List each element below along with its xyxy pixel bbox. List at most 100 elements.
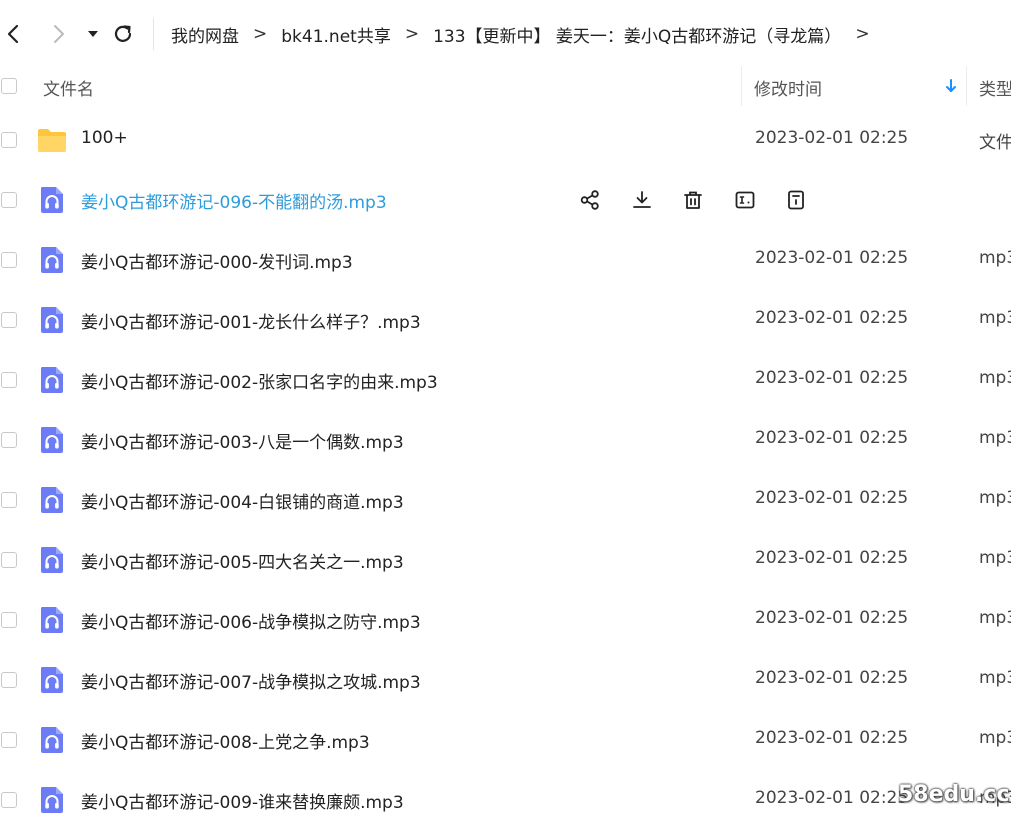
file-row[interactable]: 姜小Q古都环游记-009-谁来替换廉颇.mp3 2023-02-01 02:25 m…	[0, 770, 1011, 830]
sort-button[interactable]	[945, 78, 957, 98]
file-type: mp3	[979, 248, 1011, 268]
column-header-name[interactable]: 文件名	[43, 75, 94, 100]
breadcrumb-separator: >	[404, 24, 420, 44]
file-type: mp3	[979, 308, 1011, 328]
audio-file-icon	[36, 484, 68, 516]
modified-time: 2023-02-01 02:25	[755, 368, 909, 388]
file-type: 文件	[979, 133, 1011, 153]
file-type: mp3	[979, 608, 1011, 628]
row-checkbox[interactable]	[1, 312, 17, 328]
file-name[interactable]: 姜小Q古都环游记-008-上党之争.mp3	[81, 728, 370, 753]
row-checkbox[interactable]	[1, 432, 17, 448]
modified-time: 2023-02-01 02:25	[755, 488, 909, 508]
file-name[interactable]: 姜小Q古都环游记-005-四大名关之一.mp3	[81, 548, 404, 573]
audio-file-icon	[36, 604, 68, 636]
modified-time: 2023-02-01 02:25	[755, 668, 909, 688]
file-name[interactable]: 姜小Q古都环游记-006-战争模拟之防守.mp3	[81, 608, 421, 633]
refresh-button[interactable]	[110, 20, 136, 48]
file-row[interactable]: 姜小Q古都环游记-003-八是一个偶数.mp3 2023-02-01 02:25 m…	[0, 410, 1011, 470]
file-name[interactable]: 姜小Q古都环游记-009-谁来替换廉颇.mp3	[81, 788, 404, 813]
audio-file-icon	[36, 784, 68, 816]
breadcrumb-item-current[interactable]: 133【更新中】 姜天一：姜小Q古都环游记（寻龙篇）	[433, 22, 841, 47]
breadcrumb-item-root[interactable]: 我的网盘	[171, 22, 239, 47]
file-row[interactable]: 姜小Q古都环游记-008-上党之争.mp3 2023-02-01 02:25 mp3	[0, 710, 1011, 770]
share-button[interactable]	[576, 186, 604, 214]
file-type: mp3	[979, 488, 1011, 508]
row-checkbox[interactable]	[1, 372, 17, 388]
modified-time: 2023-02-01 02:25	[755, 728, 909, 748]
file-type: mp3	[979, 548, 1011, 568]
row-checkbox[interactable]	[1, 492, 17, 508]
file-row[interactable]: 姜小Q古都环游记-000-发刊词.mp3 2023-02-01 02:25 mp3	[0, 230, 1011, 290]
modified-time: 2023-02-01 02:25	[755, 428, 909, 448]
download-icon	[632, 191, 651, 208]
row-checkbox[interactable]	[1, 192, 17, 208]
column-header-type[interactable]: 类型	[979, 75, 1011, 100]
breadcrumb-item-share[interactable]: bk41.net共享	[281, 22, 391, 47]
file-row[interactable]: 100+ 2023-02-01 02:25 文件	[0, 110, 1011, 170]
column-divider[interactable]	[741, 66, 742, 106]
details-button[interactable]	[782, 186, 810, 214]
details-icon	[788, 190, 804, 210]
rename-button[interactable]	[731, 186, 759, 214]
row-checkbox[interactable]	[1, 252, 17, 268]
row-checkbox[interactable]	[1, 132, 17, 148]
file-row[interactable]: 姜小Q古都环游记-005-四大名关之一.mp3 2023-02-01 02:25 m…	[0, 530, 1011, 590]
row-checkbox[interactable]	[1, 552, 17, 568]
audio-file-icon	[36, 304, 68, 336]
file-row[interactable]: 姜小Q古都环游记-002-张家口名字的由来.mp3 2023-02-01 02:2…	[0, 350, 1011, 410]
column-divider[interactable]	[966, 66, 967, 106]
audio-file-icon	[36, 244, 68, 276]
chevron-right-icon	[54, 25, 64, 43]
row-actions	[576, 186, 834, 214]
audio-file-icon	[36, 544, 68, 576]
file-name[interactable]: 姜小Q古都环游记-000-发刊词.mp3	[81, 248, 353, 273]
top-navigation-bar: 我的网盘 > bk41.net共享 > 133【更新中】 姜天一：姜小Q古都环游…	[0, 0, 1011, 66]
file-type: mp3	[979, 728, 1011, 748]
row-checkbox[interactable]	[1, 672, 17, 688]
breadcrumb: 我的网盘 > bk41.net共享 > 133【更新中】 姜天一：姜小Q古都环游…	[171, 20, 884, 48]
row-checkbox[interactable]	[1, 732, 17, 748]
watermark: 58edu.cc	[898, 782, 1010, 807]
share-icon	[580, 190, 599, 210]
delete-icon	[684, 191, 702, 209]
file-row[interactable]: 姜小Q古都环游记-006-战争模拟之防守.mp3 2023-02-01 02:25…	[0, 590, 1011, 650]
file-name[interactable]: 姜小Q古都环游记-003-八是一个偶数.mp3	[81, 428, 404, 453]
file-type: mp3	[979, 368, 1011, 388]
row-checkbox[interactable]	[1, 612, 17, 628]
modified-time: 2023-02-01 02:25	[755, 128, 909, 148]
refresh-icon	[114, 25, 132, 42]
arrow-down-icon	[946, 79, 956, 92]
audio-file-icon	[36, 184, 68, 216]
file-row[interactable]: 姜小Q古都环游记-004-白银铺的商道.mp3 2023-02-01 02:25 m…	[0, 470, 1011, 530]
file-name[interactable]: 姜小Q古都环游记-002-张家口名字的由来.mp3	[81, 368, 438, 393]
audio-file-icon	[36, 724, 68, 756]
modified-time: 2023-02-01 02:25	[755, 548, 909, 568]
back-button[interactable]	[0, 20, 26, 48]
modified-time: 2023-02-01 02:25	[755, 788, 909, 808]
modified-time: 2023-02-01 02:25	[755, 248, 909, 268]
file-list-header: 文件名 修改时间 类型	[0, 66, 1011, 106]
download-button[interactable]	[628, 186, 656, 214]
chevron-left-icon	[7, 24, 19, 44]
file-name[interactable]: 姜小Q古都环游记-001-龙长什么样子？.mp3	[81, 308, 421, 333]
folder-icon	[36, 124, 68, 156]
history-dropdown-button[interactable]	[80, 20, 106, 48]
file-row[interactable]: 姜小Q古都环游记-007-战争模拟之攻城.mp3 2023-02-01 02:25…	[0, 650, 1011, 710]
delete-button[interactable]	[679, 186, 707, 214]
column-header-modified[interactable]: 修改时间	[754, 75, 822, 100]
select-all-checkbox[interactable]	[1, 78, 17, 94]
file-name[interactable]: 姜小Q古都环游记-096-不能翻的汤.mp3	[81, 188, 387, 213]
modified-time: 2023-02-01 02:25	[755, 608, 909, 628]
file-type: mp3	[979, 428, 1011, 448]
file-row[interactable]: 姜小Q古都环游记-001-龙长什么样子？.mp3 2023-02-01 02:25…	[0, 290, 1011, 350]
file-name[interactable]: 姜小Q古都环游记-007-战争模拟之攻城.mp3	[81, 668, 421, 693]
file-name[interactable]: 姜小Q古都环游记-004-白银铺的商道.mp3	[81, 488, 404, 513]
audio-file-icon	[36, 364, 68, 396]
file-name[interactable]: 100+	[81, 128, 128, 148]
modified-time: 2023-02-01 02:25	[755, 308, 909, 328]
row-checkbox[interactable]	[1, 792, 17, 808]
forward-button[interactable]	[46, 20, 72, 48]
file-row[interactable]: 姜小Q古都环游记-096-不能翻的汤.mp3	[0, 170, 1011, 230]
breadcrumb-separator: >	[253, 24, 268, 44]
